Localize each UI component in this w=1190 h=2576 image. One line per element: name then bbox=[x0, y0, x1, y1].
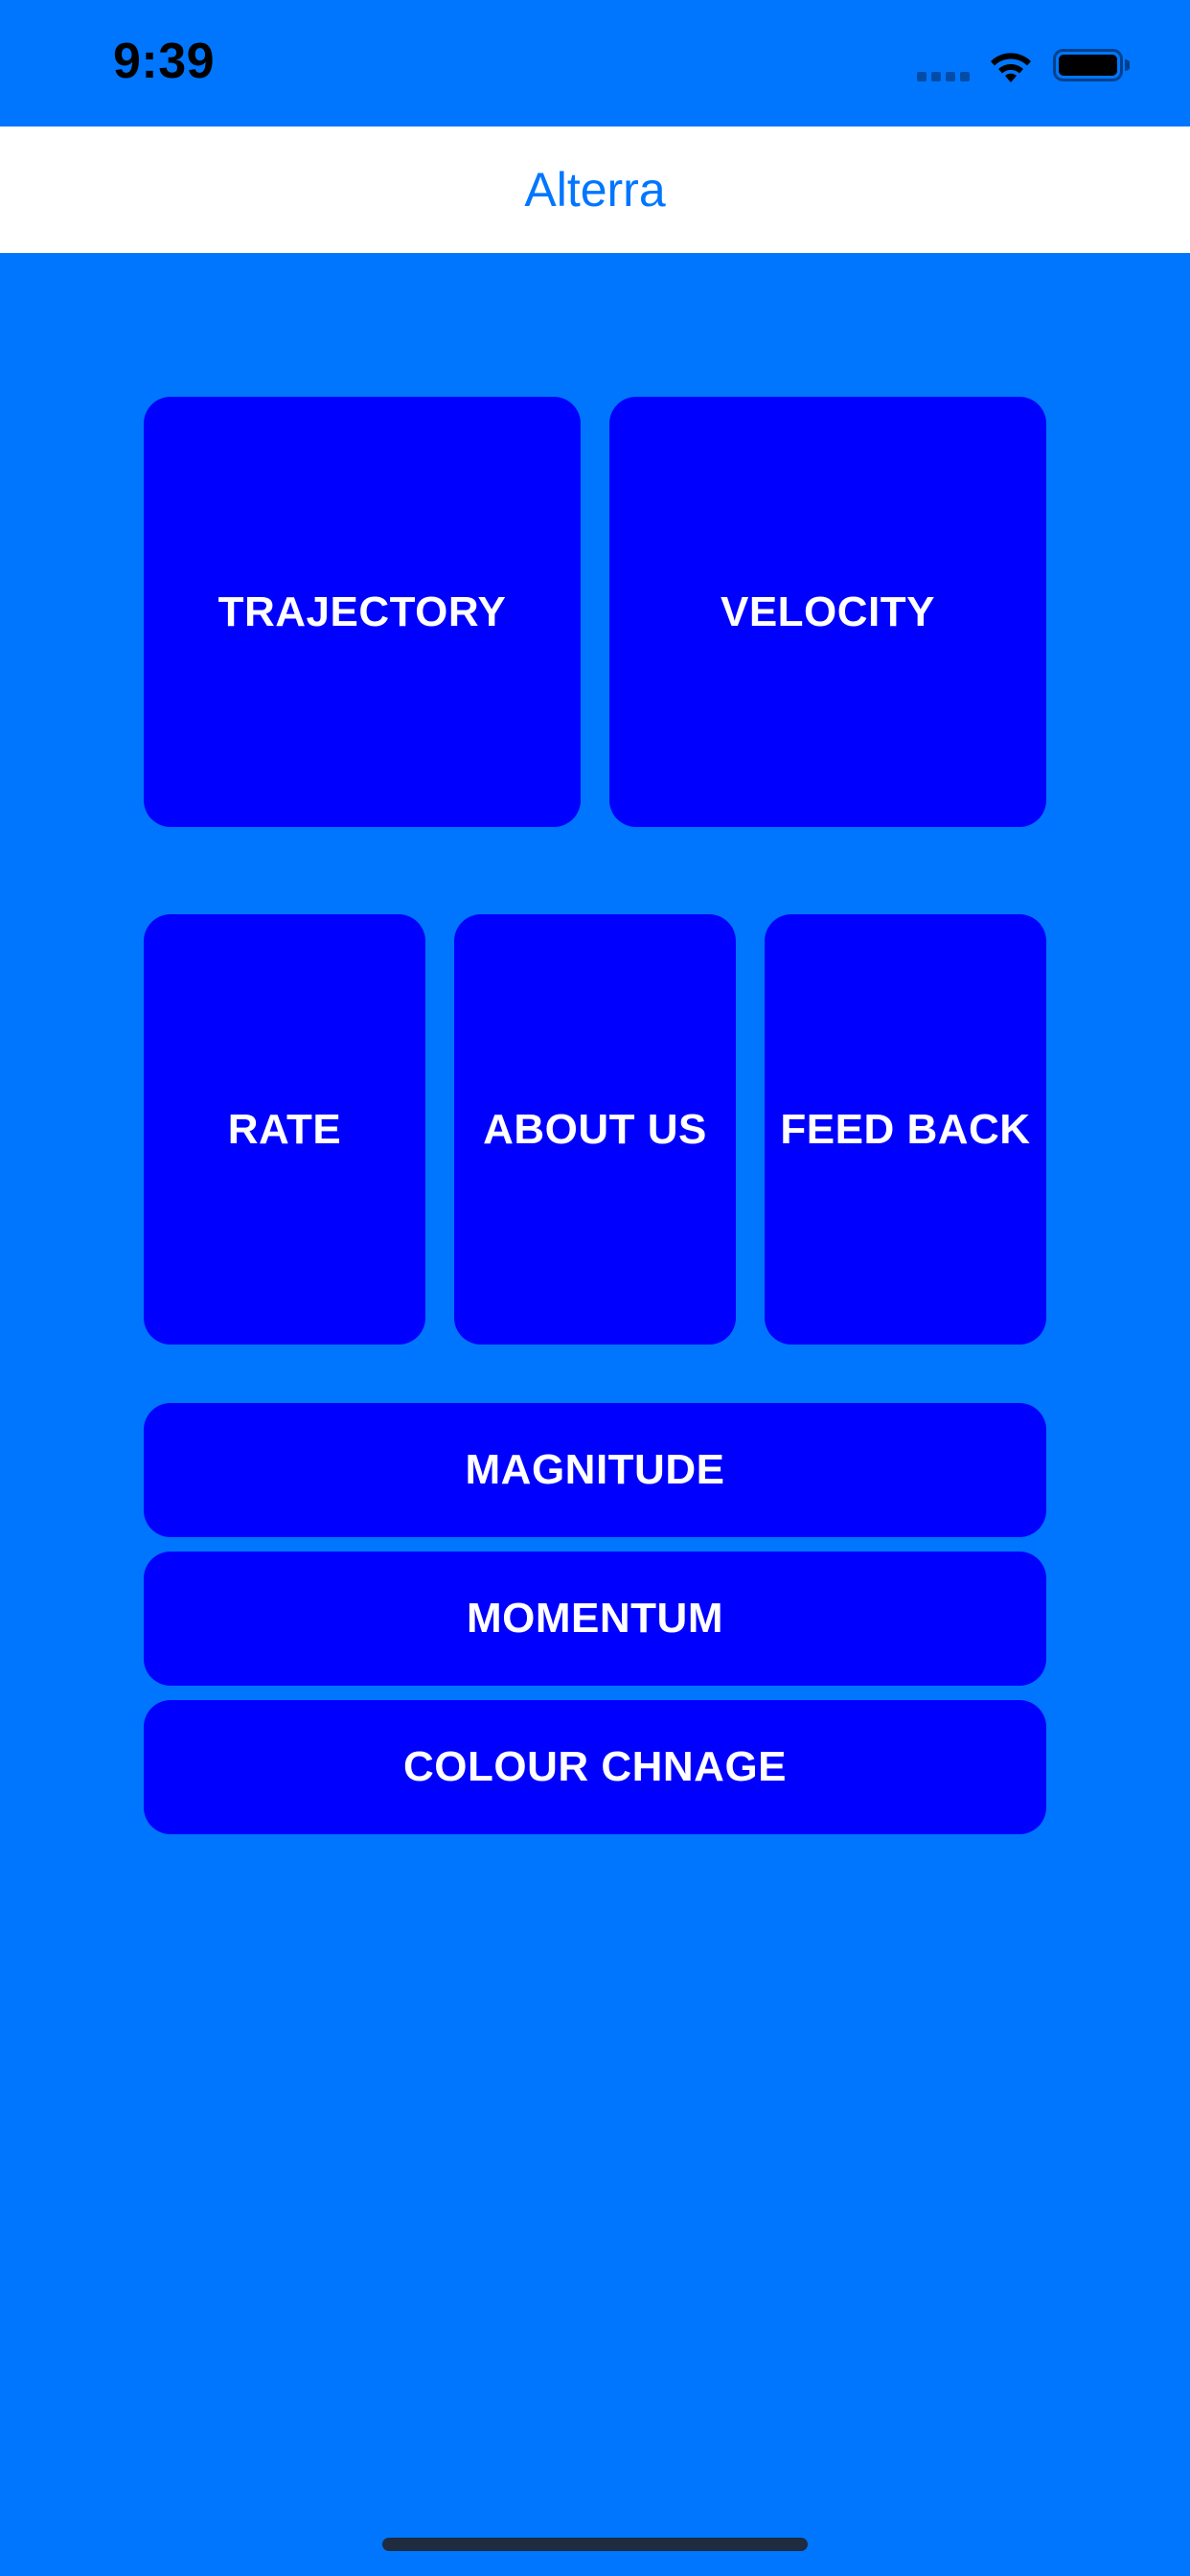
momentum-label: MOMENTUM bbox=[467, 1595, 723, 1642]
velocity-button[interactable]: VELOCITY bbox=[609, 397, 1046, 827]
rate-button[interactable]: RATE bbox=[144, 914, 425, 1345]
rate-label: RATE bbox=[227, 1105, 342, 1153]
status-time: 9:39 bbox=[113, 34, 216, 89]
status-bar: 9:39 bbox=[0, 0, 1190, 126]
momentum-button[interactable]: MOMENTUM bbox=[144, 1552, 1046, 1686]
about-us-button[interactable]: ABOUT US bbox=[454, 914, 736, 1345]
app-screen: 9:39 Alterra TRAJECTORY VELOCITY RATE AB… bbox=[0, 0, 1190, 2576]
home-indicator[interactable] bbox=[382, 2538, 808, 2551]
feed-back-button[interactable]: FEED BACK bbox=[765, 914, 1046, 1345]
colour-change-button[interactable]: COLOUR CHNAGE bbox=[144, 1700, 1046, 1834]
battery-icon bbox=[1053, 49, 1130, 81]
magnitude-label: MAGNITUDE bbox=[465, 1446, 725, 1493]
about-us-label: ABOUT US bbox=[483, 1105, 707, 1153]
page-title: Alterra bbox=[524, 163, 666, 217]
trajectory-label: TRAJECTORY bbox=[217, 587, 507, 635]
feed-back-label: FEED BACK bbox=[780, 1105, 1031, 1153]
cellular-signal-icon bbox=[917, 70, 971, 81]
trajectory-button[interactable]: TRAJECTORY bbox=[144, 397, 581, 827]
navigation-bar: Alterra bbox=[0, 126, 1190, 253]
magnitude-button[interactable]: MAGNITUDE bbox=[144, 1403, 1046, 1537]
velocity-label: VELOCITY bbox=[720, 587, 936, 635]
wifi-icon bbox=[991, 53, 1031, 82]
colour-change-label: COLOUR CHNAGE bbox=[402, 1743, 788, 1790]
